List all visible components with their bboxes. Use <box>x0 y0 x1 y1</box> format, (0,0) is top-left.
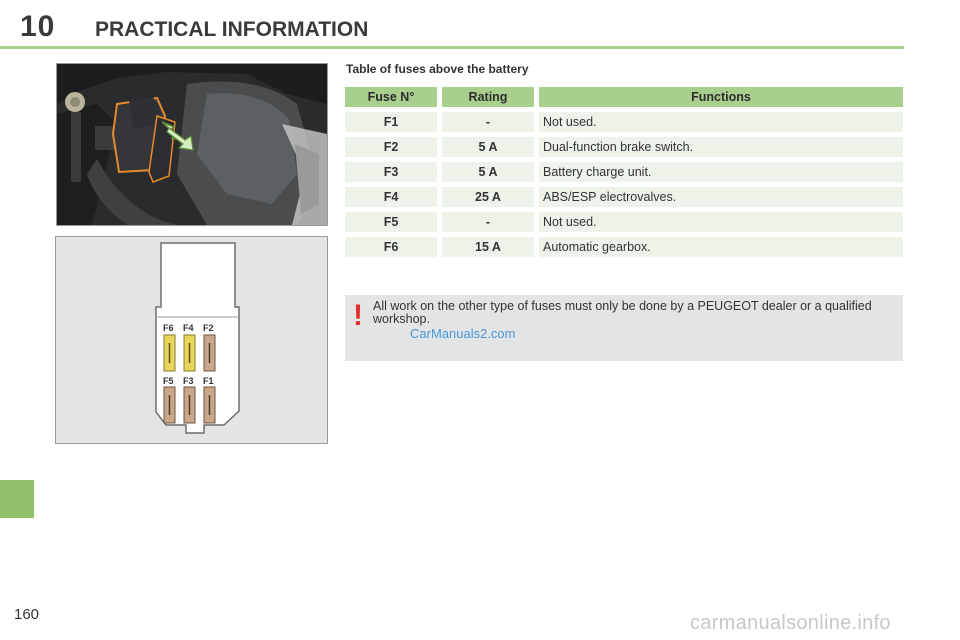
engine-bay-photo <box>56 63 328 226</box>
fuse-number: F3 <box>345 162 437 182</box>
table-row: F4 25 A ABS/ESP electrovalves. <box>345 187 903 207</box>
fuse-label-f3: F3 <box>183 376 194 386</box>
header-rule <box>0 46 904 49</box>
watermark-carmanualsonline: carmanualsonline.info <box>690 612 891 634</box>
table-row: F1 - Not used. <box>345 112 903 132</box>
fuse-function: Not used. <box>539 212 903 232</box>
table-row: F5 - Not used. <box>345 212 903 232</box>
fuse-table-title: Table of fuses above the battery <box>346 62 529 76</box>
fuse-number: F1 <box>345 112 437 132</box>
fuse-number: F2 <box>345 137 437 157</box>
fuse-table: Fuse N° Rating Functions F1 - Not used. … <box>345 87 903 262</box>
fuse-function: Dual-function brake switch. <box>539 137 903 157</box>
exclamation-icon: ! <box>353 299 363 332</box>
column-header-rating: Rating <box>442 87 534 107</box>
chapter-side-tab <box>0 480 34 518</box>
column-header-fuse: Fuse N° <box>345 87 437 107</box>
fuse-label-f2: F2 <box>203 323 214 333</box>
fuse-function: Automatic gearbox. <box>539 237 903 257</box>
table-header-row: Fuse N° Rating Functions <box>345 87 903 107</box>
fuse-number: F5 <box>345 212 437 232</box>
warning-text: All work on the other type of fuses must… <box>373 299 872 326</box>
fuse-label-f1: F1 <box>203 376 214 386</box>
fuse-rating: 25 A <box>442 187 534 207</box>
fuse-rating: 15 A <box>442 237 534 257</box>
chapter-number: 10 <box>20 10 56 43</box>
watermark-carmanuals2: CarManuals2.com <box>410 326 516 341</box>
fuse-function: Battery charge unit. <box>539 162 903 182</box>
fuse-label-f5: F5 <box>163 376 174 386</box>
page-title: PRACTICAL INFORMATION <box>95 18 369 41</box>
fuse-label-f4: F4 <box>183 323 194 333</box>
table-row: F3 5 A Battery charge unit. <box>345 162 903 182</box>
fuse-rating: - <box>442 112 534 132</box>
fuse-function: ABS/ESP electrovalves. <box>539 187 903 207</box>
fuse-function: Not used. <box>539 112 903 132</box>
column-header-functions: Functions <box>539 87 903 107</box>
fuse-number: F4 <box>345 187 437 207</box>
fuse-number: F6 <box>345 237 437 257</box>
fuse-rating: 5 A <box>442 162 534 182</box>
fuse-rating: - <box>442 212 534 232</box>
fuse-label-f6: F6 <box>163 323 174 333</box>
fuse-rating: 5 A <box>442 137 534 157</box>
table-row: F2 5 A Dual-function brake switch. <box>345 137 903 157</box>
fuse-box-diagram: F6 F4 F2 F5 F3 F1 <box>55 236 328 444</box>
page-number: 160 <box>14 606 40 623</box>
table-row: F6 15 A Automatic gearbox. <box>345 237 903 257</box>
